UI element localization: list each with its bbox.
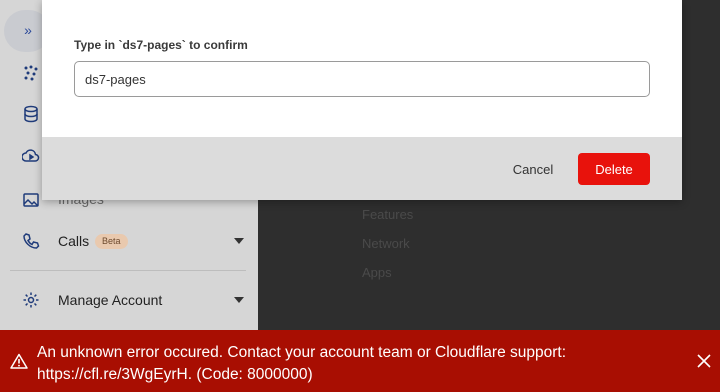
chevron-down-icon — [234, 238, 244, 244]
image-icon — [23, 193, 39, 207]
database-icon[interactable] — [22, 105, 40, 123]
sidebar-divider — [10, 270, 246, 271]
sidebar-item-label: Manage Account — [58, 292, 163, 308]
link-apps[interactable]: Apps — [362, 265, 392, 280]
chevron-down-icon — [234, 297, 244, 303]
warning-icon — [10, 353, 28, 369]
modal-footer: Cancel Delete — [42, 137, 682, 200]
sidebar-item-calls[interactable]: Calls Beta — [0, 226, 258, 256]
error-message-line: https://cfl.re/3WgEyrH. (Code: 8000000) — [37, 366, 313, 383]
error-banner: An unknown error occured. Contact your a… — [0, 330, 720, 392]
error-message: An unknown error occured. Contact your a… — [37, 342, 657, 386]
expand-icon: » — [24, 22, 32, 38]
error-message-line: An unknown error occured. Contact your a… — [37, 344, 566, 361]
delete-button[interactable]: Delete — [578, 153, 650, 185]
sparkle-icon[interactable] — [22, 64, 40, 82]
confirm-input[interactable] — [74, 61, 650, 97]
phone-icon — [23, 233, 40, 249]
close-icon[interactable] — [697, 354, 711, 368]
delete-confirm-modal: Type in `ds7-pages` to confirm Cancel De… — [42, 0, 682, 200]
gear-icon — [23, 292, 39, 308]
beta-badge: Beta — [95, 234, 128, 249]
cancel-button[interactable]: Cancel — [502, 153, 564, 185]
confirm-label: Type in `ds7-pages` to confirm — [74, 38, 248, 52]
sidebar-item-label: Calls — [58, 233, 90, 249]
link-features[interactable]: Features — [362, 207, 413, 222]
stream-icon[interactable] — [22, 147, 40, 165]
link-network[interactable]: Network — [362, 236, 410, 251]
sidebar-item-manage-account[interactable]: Manage Account — [0, 285, 258, 315]
